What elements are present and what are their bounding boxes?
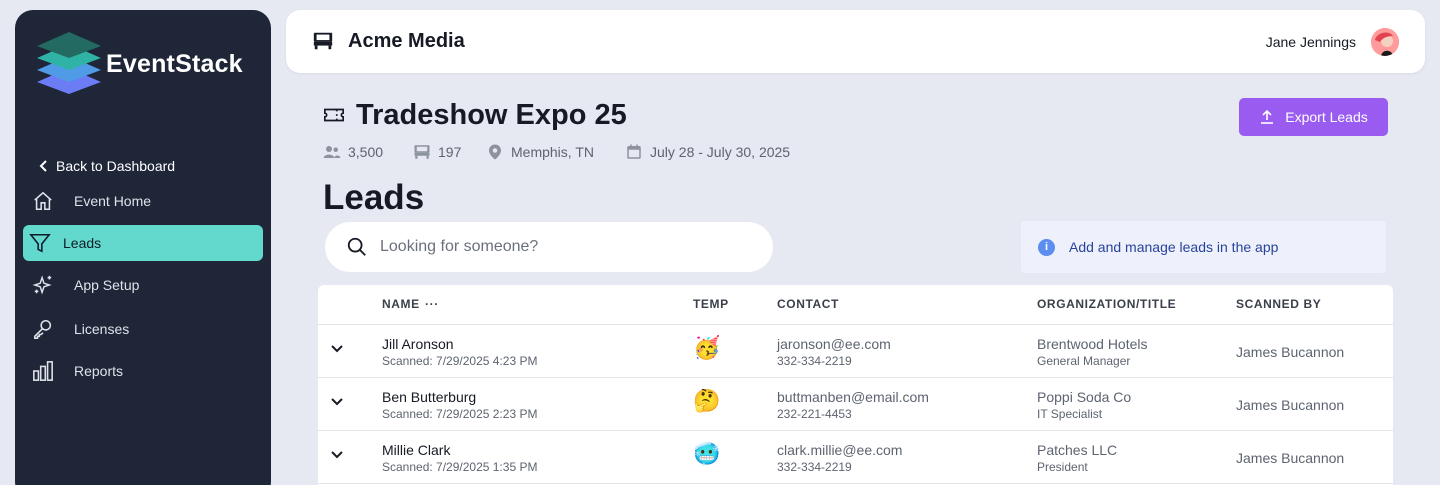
contact-email[interactable]: buttmanben@email.com (777, 389, 929, 405)
eventstack-logo-icon (37, 32, 101, 94)
filter-icon (29, 233, 51, 253)
sidebar-item-label: Reports (74, 363, 124, 379)
logo-text: EventStack (106, 49, 243, 78)
upload-icon (1261, 109, 1274, 124)
sidebar-item-app-setup[interactable]: App Setup (23, 267, 263, 303)
job-title: IT Specialist (1037, 407, 1103, 421)
map-pin-icon (489, 144, 501, 160)
sidebar-item-label: Licenses (74, 321, 130, 337)
chevron-down-icon[interactable] (330, 395, 344, 409)
sidebar-item-label: App Setup (74, 277, 140, 293)
table-row[interactable]: Jill Aronson Scanned: 7/29/2025 4:23 PM … (318, 325, 1393, 378)
avatar-image-icon (1371, 28, 1399, 56)
bar-chart-icon (33, 361, 53, 381)
store-icon (313, 32, 333, 50)
job-title: General Manager (1037, 354, 1131, 368)
logo[interactable]: EventStack (35, 32, 243, 96)
scanned-time: Scanned: 7/29/2025 2:23 PM (382, 407, 538, 421)
column-header-scanned-by[interactable]: SCANNED BY (1236, 297, 1321, 311)
event-title: Tradeshow Expo 25 (356, 99, 627, 131)
avatar[interactable] (1371, 28, 1399, 56)
ticket-icon (324, 108, 344, 122)
search-bar (325, 222, 773, 272)
sidebar-item-leads[interactable]: Leads (23, 225, 263, 261)
column-header-contact[interactable]: CONTACT (777, 297, 839, 311)
contact-email[interactable]: clark.millie@ee.com (777, 442, 902, 458)
org-name[interactable]: Acme Media (348, 30, 465, 53)
event-location: Memphis, TN (486, 143, 594, 161)
table-row[interactable]: Ben Butterburg Scanned: 7/29/2025 2:23 P… (318, 378, 1393, 431)
temp-emoji: 🥳 (693, 335, 721, 360)
info-text[interactable]: Add and manage leads in the app (1069, 239, 1278, 255)
top-bar: Acme Media Jane Jennings (286, 10, 1425, 73)
attendee-count: 3,500 (323, 143, 383, 161)
user-name[interactable]: Jane Jennings (1266, 34, 1356, 50)
key-icon (33, 319, 52, 339)
users-icon (323, 146, 341, 158)
search-icon (347, 237, 366, 256)
sidebar-item-label: Event Home (74, 193, 152, 209)
lead-name[interactable]: Ben Butterburg (382, 389, 476, 405)
contact-email[interactable]: jaronson@ee.com (777, 336, 891, 352)
event-dates: July 28 - July 30, 2025 (625, 143, 790, 161)
sidebar-item-licenses[interactable]: Licenses (23, 311, 263, 347)
sidebar-item-reports[interactable]: Reports (23, 353, 263, 389)
job-title: President (1037, 460, 1088, 474)
scanned-time: Scanned: 7/29/2025 4:23 PM (382, 354, 538, 368)
chevron-down-icon[interactable] (330, 342, 344, 356)
sidebar: EventStack Back to Dashboard Event Home … (15, 10, 271, 485)
booth-count: 197 (413, 143, 461, 161)
calendar-icon (627, 144, 641, 159)
temp-emoji: 🥶 (693, 441, 721, 466)
leads-table: NAME ··· TEMP CONTACT ORGANIZATION/TITLE… (318, 285, 1393, 485)
column-header-org[interactable]: ORGANIZATION/TITLE (1037, 297, 1176, 311)
lead-name[interactable]: Jill Aronson (382, 336, 454, 352)
table-header: NAME ··· TEMP CONTACT ORGANIZATION/TITLE… (318, 285, 1393, 325)
info-icon: i (1038, 238, 1055, 256)
export-leads-button[interactable]: Export Leads (1239, 98, 1388, 136)
chevron-down-icon[interactable] (330, 448, 344, 462)
scanned-by: James Bucannon (1236, 397, 1345, 413)
column-header-temp[interactable]: TEMP (693, 297, 729, 311)
column-header-name[interactable]: NAME (382, 297, 420, 311)
sidebar-item-label: Leads (63, 235, 102, 251)
dates-value: July 28 - July 30, 2025 (650, 144, 791, 160)
home-icon (34, 191, 52, 211)
booths-value: 197 (438, 144, 462, 160)
contact-phone: 232-221-4453 (777, 407, 852, 421)
scanned-time: Scanned: 7/29/2025 1:35 PM (382, 460, 538, 474)
page-title: Leads (323, 178, 425, 217)
scanned-by: James Bucannon (1236, 344, 1345, 360)
contact-phone: 332-334-2219 (777, 354, 852, 368)
sidebar-item-event-home[interactable]: Event Home (23, 183, 263, 219)
back-label: Back to Dashboard (56, 158, 176, 174)
table-row[interactable]: Millie Clark Scanned: 7/29/2025 1:35 PM … (318, 431, 1393, 484)
booth-icon (414, 145, 430, 159)
search-input[interactable] (380, 238, 740, 256)
info-banner: i Add and manage leads in the app (1021, 221, 1386, 273)
location-value: Memphis, TN (511, 144, 594, 160)
scanned-by: James Bucannon (1236, 450, 1345, 466)
back-to-dashboard-link[interactable]: Back to Dashboard (39, 158, 175, 174)
export-label: Export Leads (1285, 109, 1368, 125)
organization: Poppi Soda Co (1037, 389, 1132, 405)
sparkle-icon (32, 275, 52, 295)
column-menu-icon[interactable]: ··· (425, 297, 439, 311)
attendees-value: 3,500 (348, 144, 384, 160)
organization: Patches LLC (1037, 442, 1118, 458)
lead-name[interactable]: Millie Clark (382, 442, 450, 458)
contact-phone: 332-334-2219 (777, 460, 852, 474)
temp-emoji: 🤔 (693, 388, 721, 413)
organization: Brentwood Hotels (1037, 336, 1148, 352)
chevron-left-icon (39, 160, 47, 172)
